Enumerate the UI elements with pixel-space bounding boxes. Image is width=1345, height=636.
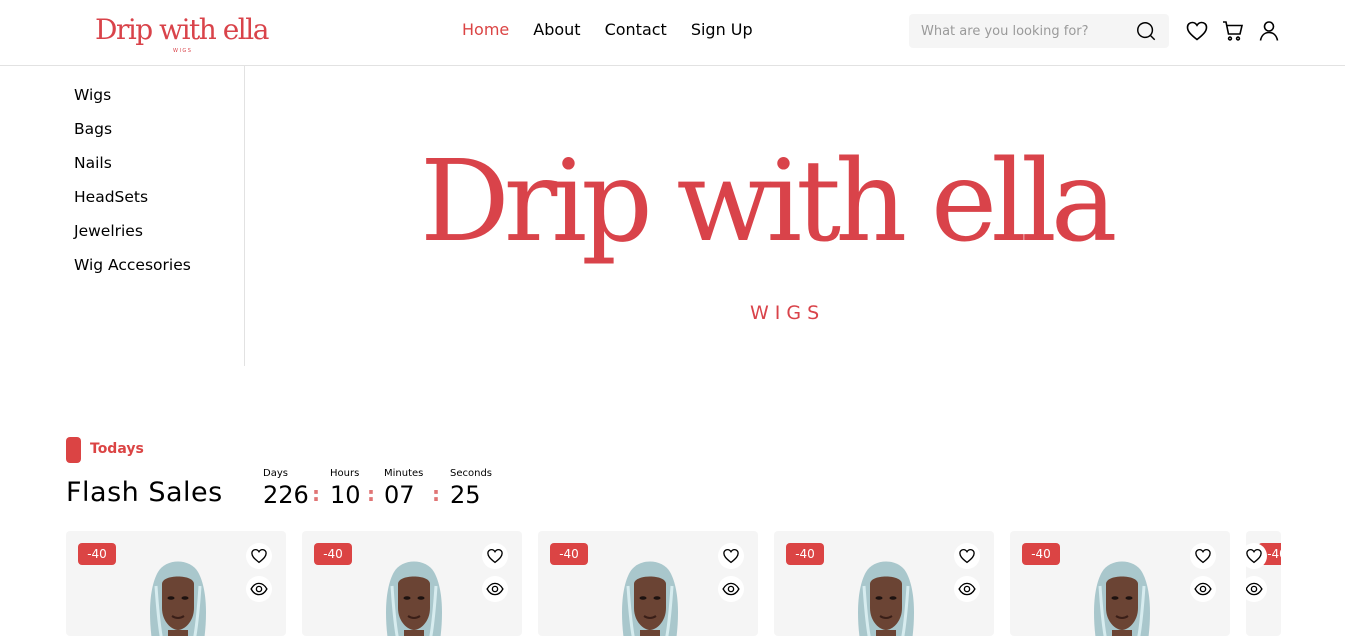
category-item-bags[interactable]: Bags [74,117,191,151]
product-image[interactable] [610,556,690,636]
section-tag-marker [66,437,81,463]
nav-about-link[interactable]: About [533,20,580,39]
heart-icon [486,547,504,565]
product-image[interactable] [846,556,926,636]
countdown-seconds: Seconds 25 [450,468,492,509]
category-item-wigs[interactable]: Wigs [74,83,191,117]
countdown-days: Days 226 [263,468,309,509]
add-to-wishlist-button[interactable] [246,543,272,569]
quick-view-button[interactable] [482,576,508,602]
add-to-wishlist-button[interactable] [1190,543,1216,569]
product-image[interactable] [374,556,454,636]
countdown-seconds-value: 25 [450,481,481,509]
quick-view-button[interactable] [718,576,744,602]
brand-logo-tagline: WIGS [173,48,193,54]
countdown-separator: : [432,482,440,506]
hero-title: Drip with ella [420,137,1118,267]
eye-icon [722,580,740,598]
add-to-wishlist-button[interactable] [1246,543,1267,569]
quick-view-button[interactable] [954,576,980,602]
discount-badge: -40 [786,543,824,565]
countdown-separator: : [312,482,320,506]
category-item-nails[interactable]: Nails [74,151,191,185]
nav-home-link[interactable]: Home [462,20,509,39]
countdown-days-label: Days [263,468,288,479]
category-item-wig-accessories[interactable]: Wig Accesories [74,253,191,287]
nav-signup-link[interactable]: Sign Up [691,20,753,39]
heart-icon[interactable] [1185,19,1209,43]
site-header: Drip with ella WIGS Home About Contact S… [0,0,1345,66]
category-sidebar: Wigs Bags Nails HeadSets Jewelries Wig A… [0,66,245,366]
product-card[interactable]: -40 [1246,531,1281,636]
add-to-wishlist-button[interactable] [482,543,508,569]
eye-icon [1246,580,1263,598]
add-to-wishlist-button[interactable] [718,543,744,569]
quick-view-button[interactable] [1246,576,1267,602]
search-bar [909,14,1169,48]
countdown-seconds-label: Seconds [450,468,493,479]
product-card[interactable]: -40 [302,531,522,636]
discount-badge: -40 [78,543,116,565]
countdown-separator: : [367,482,375,506]
flash-sales-title: Flash Sales [66,477,223,508]
brand-logo-text: Drip with ella [95,13,269,46]
eye-icon [1194,580,1212,598]
category-item-jewelries[interactable]: Jewelries [74,219,191,253]
product-card[interactable]: -40 [774,531,994,636]
heart-icon [1246,547,1263,565]
user-icon[interactable] [1257,19,1281,43]
search-icon[interactable] [1135,20,1157,42]
main-nav: Home About Contact Sign Up [462,20,753,39]
heart-icon [722,547,740,565]
search-input[interactable] [921,21,1121,41]
eye-icon [486,580,504,598]
countdown-minutes-value: 07 [384,481,415,509]
add-to-wishlist-button[interactable] [954,543,980,569]
discount-badge: -40 [314,543,352,565]
section-tag-label: Todays [90,441,144,457]
eye-icon [958,580,976,598]
product-card[interactable]: -40 [538,531,758,636]
countdown-minutes: Minutes 07 [384,468,423,509]
product-image[interactable] [1082,556,1162,636]
eye-icon [250,580,268,598]
hero-subtitle: WIGS [750,302,826,324]
cart-icon[interactable] [1221,19,1245,43]
quick-view-button[interactable] [1190,576,1216,602]
heart-icon [1194,547,1212,565]
heart-icon [958,547,976,565]
discount-badge: -40 [1022,543,1060,565]
category-item-headsets[interactable]: HeadSets [74,185,191,219]
nav-contact-link[interactable]: Contact [605,20,667,39]
countdown-hours-value: 10 [330,481,361,509]
product-image[interactable] [138,556,218,636]
countdown-hours-label: Hours [330,468,360,479]
product-card[interactable]: -40 [1010,531,1230,636]
discount-badge: -40 [550,543,588,565]
countdown-minutes-label: Minutes [384,468,424,479]
hero-banner[interactable]: Drip with ella WIGS [245,66,1345,366]
quick-view-button[interactable] [246,576,272,602]
product-card[interactable]: -40 [66,531,286,636]
brand-logo[interactable]: Drip with ella WIGS [95,13,275,58]
countdown-days-value: 226 [263,481,309,509]
heart-icon [250,547,268,565]
countdown-hours: Hours 10 [330,468,361,509]
